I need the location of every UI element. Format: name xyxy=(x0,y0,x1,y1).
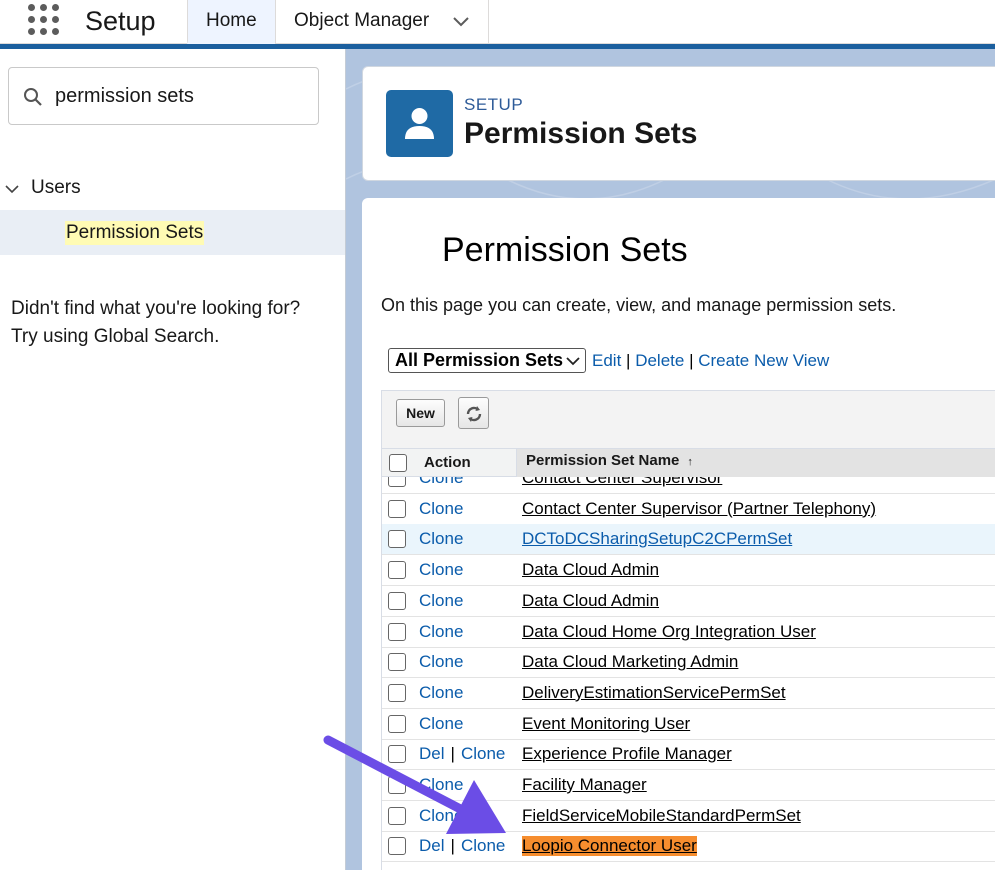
user-icon xyxy=(386,90,453,157)
chevron-down-icon xyxy=(566,357,580,366)
permission-set-name-link[interactable]: FieldServiceMobileStandardPermSet xyxy=(522,806,801,826)
row-checkbox[interactable] xyxy=(388,714,406,733)
page-header-eyebrow: SETUP xyxy=(464,95,524,114)
row-actions: Clone xyxy=(419,591,463,611)
create-new-view-link[interactable]: Create New View xyxy=(698,351,829,370)
permission-set-name-link[interactable]: DeliveryEstimationServicePermSet xyxy=(522,683,786,703)
link-separator: | xyxy=(689,351,694,370)
view-select-value: All Permission Sets xyxy=(395,350,564,370)
row-actions: Clone xyxy=(419,714,463,734)
row-checkbox[interactable] xyxy=(388,653,406,672)
clone-link[interactable]: Clone xyxy=(419,714,463,733)
column-action: Action xyxy=(424,454,471,471)
tree-item-permission-sets-label: Permission Sets xyxy=(65,221,205,245)
row-checkbox[interactable] xyxy=(388,477,406,487)
permission-set-name-link[interactable]: Loopio Connector User xyxy=(522,836,697,857)
permission-set-name-link[interactable]: Data Cloud Admin xyxy=(522,591,659,611)
row-checkbox[interactable] xyxy=(388,561,406,580)
row-actions: Clone xyxy=(419,477,463,488)
clone-link[interactable]: Clone xyxy=(419,622,463,641)
clone-link[interactable]: Clone xyxy=(419,652,463,671)
row-checkbox[interactable] xyxy=(388,622,406,641)
clone-link[interactable]: Clone xyxy=(419,477,463,487)
permission-set-name-link[interactable]: Experience Profile Manager xyxy=(522,744,732,764)
refresh-button[interactable] xyxy=(458,397,489,429)
select-all-checkbox[interactable] xyxy=(389,454,407,472)
tree-item-users-label: Users xyxy=(31,177,81,198)
permission-set-name-link[interactable]: DCToDCSharingSetupC2CPermSet xyxy=(522,529,792,549)
content-description: On this page you can create, view, and m… xyxy=(381,295,897,315)
permission-set-name-link[interactable]: Facility Manager xyxy=(522,775,647,795)
table-row: Clone Contact Center Supervisor (Partner … xyxy=(382,494,995,525)
quick-find-input[interactable] xyxy=(55,82,305,110)
permission-set-name-link[interactable]: Data Cloud Home Org Integration User xyxy=(522,622,816,642)
tab-home[interactable]: Home xyxy=(187,0,276,44)
setup-sidebar: Users Permission Sets Didn't find what y… xyxy=(0,49,345,870)
refresh-icon xyxy=(466,406,482,422)
sort-ascending-icon: ↑ xyxy=(687,456,693,468)
column-name-label: Permission Set Name xyxy=(526,452,680,469)
edit-view-link[interactable]: Edit xyxy=(592,351,621,370)
chevron-down-icon[interactable] xyxy=(452,12,470,30)
tab-object-manager-label: Object Manager xyxy=(294,10,430,31)
view-select[interactable]: All Permission Sets xyxy=(388,348,586,373)
permission-set-name-link[interactable]: Contact Center Supervisor xyxy=(522,477,722,488)
table-row: Clone Data Cloud Admin xyxy=(382,555,995,587)
permission-set-name-link[interactable]: Data Cloud Marketing Admin xyxy=(522,652,738,672)
table-row: Clone DCToDCSharingSetupC2CPermSet xyxy=(382,524,995,556)
clone-link[interactable]: Clone xyxy=(419,683,463,702)
permission-set-name-link[interactable]: Event Monitoring User xyxy=(522,714,690,734)
permission-set-name-link[interactable]: Data Cloud Admin xyxy=(522,560,659,580)
row-actions: Clone xyxy=(419,652,463,672)
row-checkbox[interactable] xyxy=(388,683,406,702)
table-row: Clone Data Cloud Marketing Admin xyxy=(382,647,995,679)
tab-object-manager[interactable]: Object Manager xyxy=(275,0,489,44)
global-header: Setup Home Object Manager xyxy=(0,0,995,44)
column-permission-set-name[interactable]: Permission Set Name ↑ xyxy=(516,449,995,477)
not-found-hint: Didn't find what you're looking for? Try… xyxy=(11,298,301,347)
row-checkbox[interactable] xyxy=(388,499,406,518)
table-row: Clone Contact Center Supervisor xyxy=(382,477,995,494)
row-checkbox[interactable] xyxy=(388,530,406,549)
page-title: Permission Sets xyxy=(464,117,698,150)
clone-link[interactable]: Clone xyxy=(419,591,463,610)
clone-link[interactable]: Clone xyxy=(419,529,463,548)
search-icon xyxy=(24,88,42,106)
row-actions: Clone xyxy=(419,529,463,549)
delete-view-link[interactable]: Delete xyxy=(635,351,684,370)
clone-link[interactable]: Clone xyxy=(419,560,463,579)
clone-link[interactable]: Clone xyxy=(419,499,463,518)
permission-set-name-link[interactable]: Contact Center Supervisor (Partner Telep… xyxy=(522,499,876,519)
row-actions: Clone xyxy=(419,499,463,519)
link-separator: | xyxy=(626,351,631,370)
table-row: Clone DeliveryEstimationServicePermSet xyxy=(382,678,995,709)
list-toolbar: New xyxy=(382,391,995,449)
table-row: Clone Data Cloud Home Org Integration Use… xyxy=(382,617,995,648)
table-row: Clone Data Cloud Admin xyxy=(382,586,995,617)
row-actions: Clone xyxy=(419,683,463,703)
view-links: Edit | Delete | Create New View xyxy=(592,350,829,371)
list-column-header: Action Permission Set Name ↑ xyxy=(382,449,995,477)
annotation-arrow xyxy=(323,735,506,834)
quick-find-box[interactable] xyxy=(8,67,319,125)
app-launcher-icon[interactable] xyxy=(28,4,62,36)
tree-item-permission-sets[interactable]: Permission Sets xyxy=(0,210,345,255)
chevron-down-icon xyxy=(5,185,19,194)
new-button[interactable]: New xyxy=(396,399,445,427)
app-title: Setup xyxy=(85,6,156,36)
row-actions: Clone xyxy=(419,622,463,642)
content-heading: Permission Sets xyxy=(442,231,688,269)
row-actions: Clone xyxy=(419,560,463,580)
row-checkbox[interactable] xyxy=(388,591,406,610)
tree-item-users[interactable]: Users xyxy=(0,175,345,203)
